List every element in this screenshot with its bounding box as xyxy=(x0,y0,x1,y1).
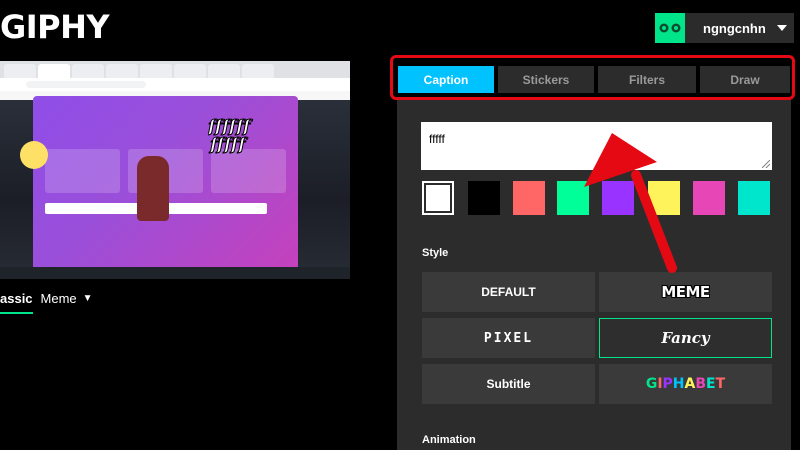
style-heading: Style xyxy=(422,247,449,259)
animation-heading: Animation xyxy=(422,434,476,446)
preview-sticker-figure xyxy=(137,156,169,221)
color-swatch-purple[interactable] xyxy=(602,181,634,215)
username: ngngcnhn xyxy=(703,20,766,36)
preview-caption-text: ffffff fffff xyxy=(208,117,254,155)
preview-address-bar xyxy=(0,78,350,91)
style-tab-classic[interactable]: assic xyxy=(0,291,33,314)
giphy-logo[interactable]: GIPHY xyxy=(0,8,110,46)
style-pixel-button[interactable]: PIXEL xyxy=(422,318,595,358)
giphabet-letter: T xyxy=(715,376,726,392)
preview-sticker-blob xyxy=(20,141,48,169)
color-swatch-pink[interactable] xyxy=(693,181,725,215)
user-menu[interactable]: ngngcnhn xyxy=(655,13,794,43)
caption-input[interactable]: fffff xyxy=(421,122,772,170)
preview-taskbar xyxy=(0,267,350,279)
giphabet-letter: B xyxy=(695,376,707,392)
color-swatch-white[interactable] xyxy=(422,181,454,215)
giphabet-letter: E xyxy=(706,376,716,392)
style-default-button[interactable]: DEFAULT xyxy=(422,272,595,312)
color-swatch-red[interactable] xyxy=(513,181,545,215)
style-tab-meme[interactable]: Meme xyxy=(41,291,77,314)
style-meme-button[interactable]: MEME xyxy=(599,272,772,312)
style-fancy-button[interactable]: Fancy xyxy=(599,318,772,358)
color-swatch-black[interactable] xyxy=(468,181,500,215)
chevron-down-icon[interactable]: ▼ xyxy=(83,293,93,312)
avatar-eyes-icon xyxy=(659,23,681,33)
giphabet-letter: P xyxy=(662,376,673,392)
svg-text:ffffff: ffffff xyxy=(208,117,253,137)
gif-preview: ffffff fffff xyxy=(0,61,350,279)
chevron-down-icon[interactable] xyxy=(770,13,794,43)
preview-style-tabs: assic Meme ▼ xyxy=(0,291,93,314)
svg-text:fffff: fffff xyxy=(209,135,248,154)
style-giphabet-button[interactable]: GIPHABET xyxy=(599,364,772,404)
color-swatch-green[interactable] xyxy=(557,181,589,215)
giphabet-letter: A xyxy=(684,376,696,392)
giphabet-label: GIPHABET xyxy=(646,376,725,392)
tabs-highlight-annotation xyxy=(390,55,795,100)
caption-input-value: fffff xyxy=(429,132,445,146)
giphabet-letter: G xyxy=(645,376,658,392)
giphabet-letter: H xyxy=(672,376,685,392)
resize-handle[interactable] xyxy=(762,160,770,168)
style-subtitle-button[interactable]: Subtitle xyxy=(422,364,595,404)
avatar xyxy=(655,13,685,43)
color-swatch-teal[interactable] xyxy=(738,181,770,215)
color-swatch-yellow[interactable] xyxy=(648,181,680,215)
preview-browser-tabs xyxy=(0,61,350,78)
